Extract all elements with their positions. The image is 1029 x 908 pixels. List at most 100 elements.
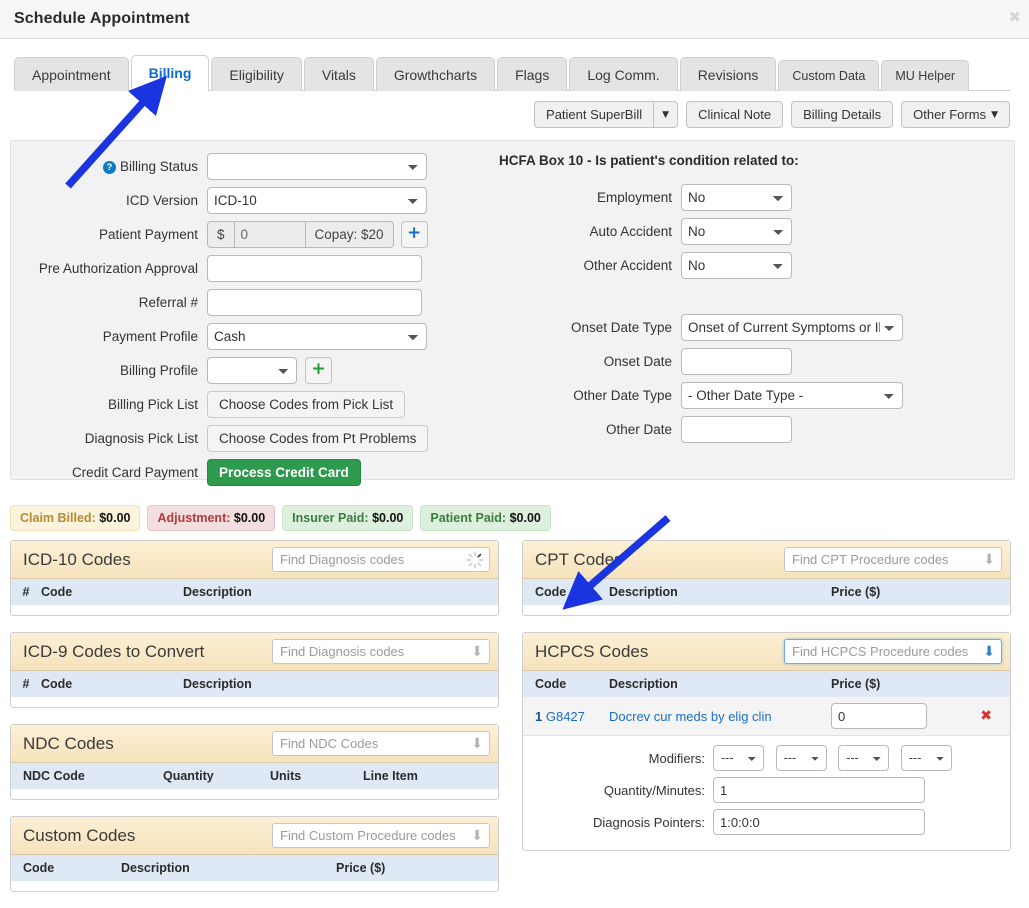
window-titlebar: Schedule Appointment ✖ — [0, 0, 1029, 39]
tab-revisions[interactable]: Revisions — [679, 57, 777, 91]
pre-auth-label: Pre Authorization Approval — [38, 261, 198, 276]
onset-date-type-label: Onset Date Type — [570, 320, 672, 335]
code-panels-left: ICD-10 Codes Find Diagnosis codes # Code… — [10, 540, 499, 908]
patient-payment-label: Patient Payment — [98, 227, 198, 242]
credit-card-payment-label: Credit Card Payment — [71, 465, 198, 480]
onset-date-input[interactable] — [681, 348, 792, 375]
cpt-table-body — [523, 605, 1010, 615]
referral-input[interactable] — [207, 289, 422, 316]
delete-icon[interactable]: ✖ — [980, 708, 992, 724]
other-forms-button[interactable]: Other Forms ▼ — [901, 101, 1010, 128]
field-pre-authorization-approval: Pre Authorization Approval — [11, 255, 481, 282]
close-icon[interactable]: ✖ — [1008, 10, 1021, 25]
panel-custom-codes: Custom Codes Find Custom Procedure codes… — [10, 816, 499, 892]
payment-profile-select[interactable]: Cash — [207, 323, 427, 350]
hcpcs-modifier-4-select[interactable]: --- — [900, 745, 952, 771]
other-date-input[interactable] — [681, 416, 792, 443]
auto-accident-select[interactable]: No — [681, 218, 792, 245]
field-billing-status: ? Billing Status — [11, 153, 481, 180]
other-forms-label: Other Forms — [913, 107, 987, 122]
cpt-search-input[interactable]: Find CPT Procedure codes ⬇ — [784, 547, 1002, 572]
field-icd-version: ICD Version ICD-10 — [11, 187, 481, 214]
tab-mu-helper[interactable]: MU Helper — [881, 60, 970, 91]
cpt-panel-header: CPT Codes Find CPT Procedure codes ⬇ — [523, 541, 1010, 579]
tab-appointment[interactable]: Appointment — [14, 57, 129, 91]
status-badge-patient-paid: Patient Paid: $0.00 — [420, 505, 551, 531]
other-date-type-select[interactable]: - Other Date Type - — [681, 382, 903, 409]
custom-table-body — [11, 881, 498, 891]
hcpcs-search-placeholder: Find HCPCS Procedure codes — [792, 644, 969, 659]
employment-select[interactable]: No — [681, 184, 792, 211]
tab-vitals[interactable]: Vitals — [303, 57, 374, 91]
other-accident-label: Other Accident — [583, 258, 672, 273]
custom-search-input[interactable]: Find Custom Procedure codes ⬇ — [272, 823, 490, 848]
hcpcs-modifier-2-select[interactable]: --- — [775, 745, 827, 771]
ndc-panel-header: NDC Codes Find NDC Codes ⬇ — [11, 725, 498, 763]
hcpcs-quantity-row: Quantity/Minutes: — [523, 774, 1010, 806]
tab-custom-data[interactable]: Custom Data — [778, 60, 880, 91]
other-date-label: Other Date — [605, 422, 672, 437]
field-employment: Employment No — [481, 184, 1014, 211]
panel-hcpcs-codes: HCPCS Codes Find HCPCS Procedure codes ⬇… — [522, 632, 1011, 851]
icd-version-select[interactable]: ICD-10 — [207, 187, 427, 214]
other-accident-select[interactable]: No — [681, 252, 792, 279]
hcpcs-search-input[interactable]: Find HCPCS Procedure codes ⬇ — [784, 639, 1002, 664]
copay-addon: Copay: $20 — [305, 221, 394, 248]
patient-superbill-button[interactable]: Patient SuperBill — [534, 101, 654, 128]
download-arrow-icon: ⬇ — [471, 644, 483, 660]
tab-flags[interactable]: Flags — [497, 57, 568, 91]
ndc-search-input[interactable]: Find NDC Codes ⬇ — [272, 731, 490, 756]
choose-codes-from-pick-list-button[interactable]: Choose Codes from Pick List — [207, 391, 406, 418]
pre-auth-input[interactable] — [207, 255, 422, 282]
ndc-panel-title: NDC Codes — [23, 733, 114, 753]
hcpcs-price-input[interactable] — [831, 703, 927, 729]
choose-codes-from-pt-problems-button[interactable]: Choose Codes from Pt Problems — [207, 425, 429, 452]
field-onset-date: Onset Date — [481, 348, 1014, 375]
cpt-table-header: Code Description Price ($) — [523, 579, 1010, 605]
superbill-dropdown-toggle[interactable]: ▼ — [653, 101, 679, 128]
add-payment-button[interactable]: + — [400, 221, 428, 248]
billing-details-button[interactable]: Billing Details — [791, 101, 894, 128]
hcpcs-row-description[interactable]: Docrev cur meds by elig clin — [609, 709, 831, 724]
tab-growthcharts[interactable]: Growthcharts — [375, 57, 496, 91]
process-credit-card-button[interactable]: Process Credit Card — [207, 459, 361, 486]
billing-status-select[interactable] — [207, 153, 427, 180]
icd9-panel-title: ICD-9 Codes to Convert — [23, 641, 205, 661]
tab-billing[interactable]: Billing — [130, 55, 210, 91]
hcpcs-table-header: Code Description Price ($) — [523, 671, 1010, 697]
icd10-search-placeholder: Find Diagnosis codes — [280, 552, 405, 567]
tab-eligibility[interactable]: Eligibility — [211, 57, 302, 91]
superbill-button-group: Patient SuperBill ▼ — [534, 101, 679, 128]
download-arrow-icon: ⬇ — [471, 736, 483, 752]
hcpcs-modifier-3-select[interactable]: --- — [838, 745, 890, 771]
download-arrow-icon: ⬇ — [471, 828, 483, 844]
onset-date-type-select[interactable]: Onset of Current Symptoms or Illness — [681, 314, 903, 341]
download-arrow-icon: ⬇ — [983, 644, 995, 660]
table-row[interactable]: 1 G8427 Docrev cur meds by elig clin ✖ — [523, 697, 1010, 735]
hcpcs-row-code[interactable]: G8427 — [546, 709, 585, 724]
hcpcs-panel-title: HCPCS Codes — [535, 641, 649, 661]
field-patient-payment: Patient Payment $ Copay: $20 + — [11, 221, 481, 248]
icd9-search-input[interactable]: Find Diagnosis codes ⬇ — [272, 639, 490, 664]
patient-payment-input[interactable] — [233, 221, 306, 248]
panel-cpt-codes: CPT Codes Find CPT Procedure codes ⬇ Cod… — [522, 540, 1011, 616]
custom-table-header: Code Description Price ($) — [11, 855, 498, 881]
currency-addon: $ — [207, 221, 234, 248]
icd10-panel-title: ICD-10 Codes — [23, 549, 131, 569]
hcpcs-diagnosis-pointers-input[interactable] — [713, 809, 925, 835]
tab-log-comm[interactable]: Log Comm. — [569, 57, 678, 91]
help-icon[interactable]: ? — [102, 161, 116, 174]
page-title: Schedule Appointment — [14, 10, 190, 27]
billing-profile-select[interactable] — [207, 357, 297, 384]
hcpcs-quantity-input[interactable] — [713, 777, 925, 803]
billing-profile-label: Billing Profile — [119, 363, 198, 378]
hcpcs-pointers-row: Diagnosis Pointers: — [523, 806, 1010, 838]
spinner-icon — [466, 551, 484, 569]
icd10-search-input[interactable]: Find Diagnosis codes — [272, 547, 490, 572]
hcpcs-modifier-1-select[interactable]: --- — [713, 745, 764, 771]
clinical-note-button[interactable]: Clinical Note — [686, 101, 784, 128]
add-billing-profile-button[interactable]: + — [305, 357, 332, 384]
hcpcs-diagnosis-pointers-label: Diagnosis Pointers: — [593, 814, 705, 830]
field-other-accident: Other Accident No — [481, 252, 1014, 279]
field-auto-accident: Auto Accident No — [481, 218, 1014, 245]
